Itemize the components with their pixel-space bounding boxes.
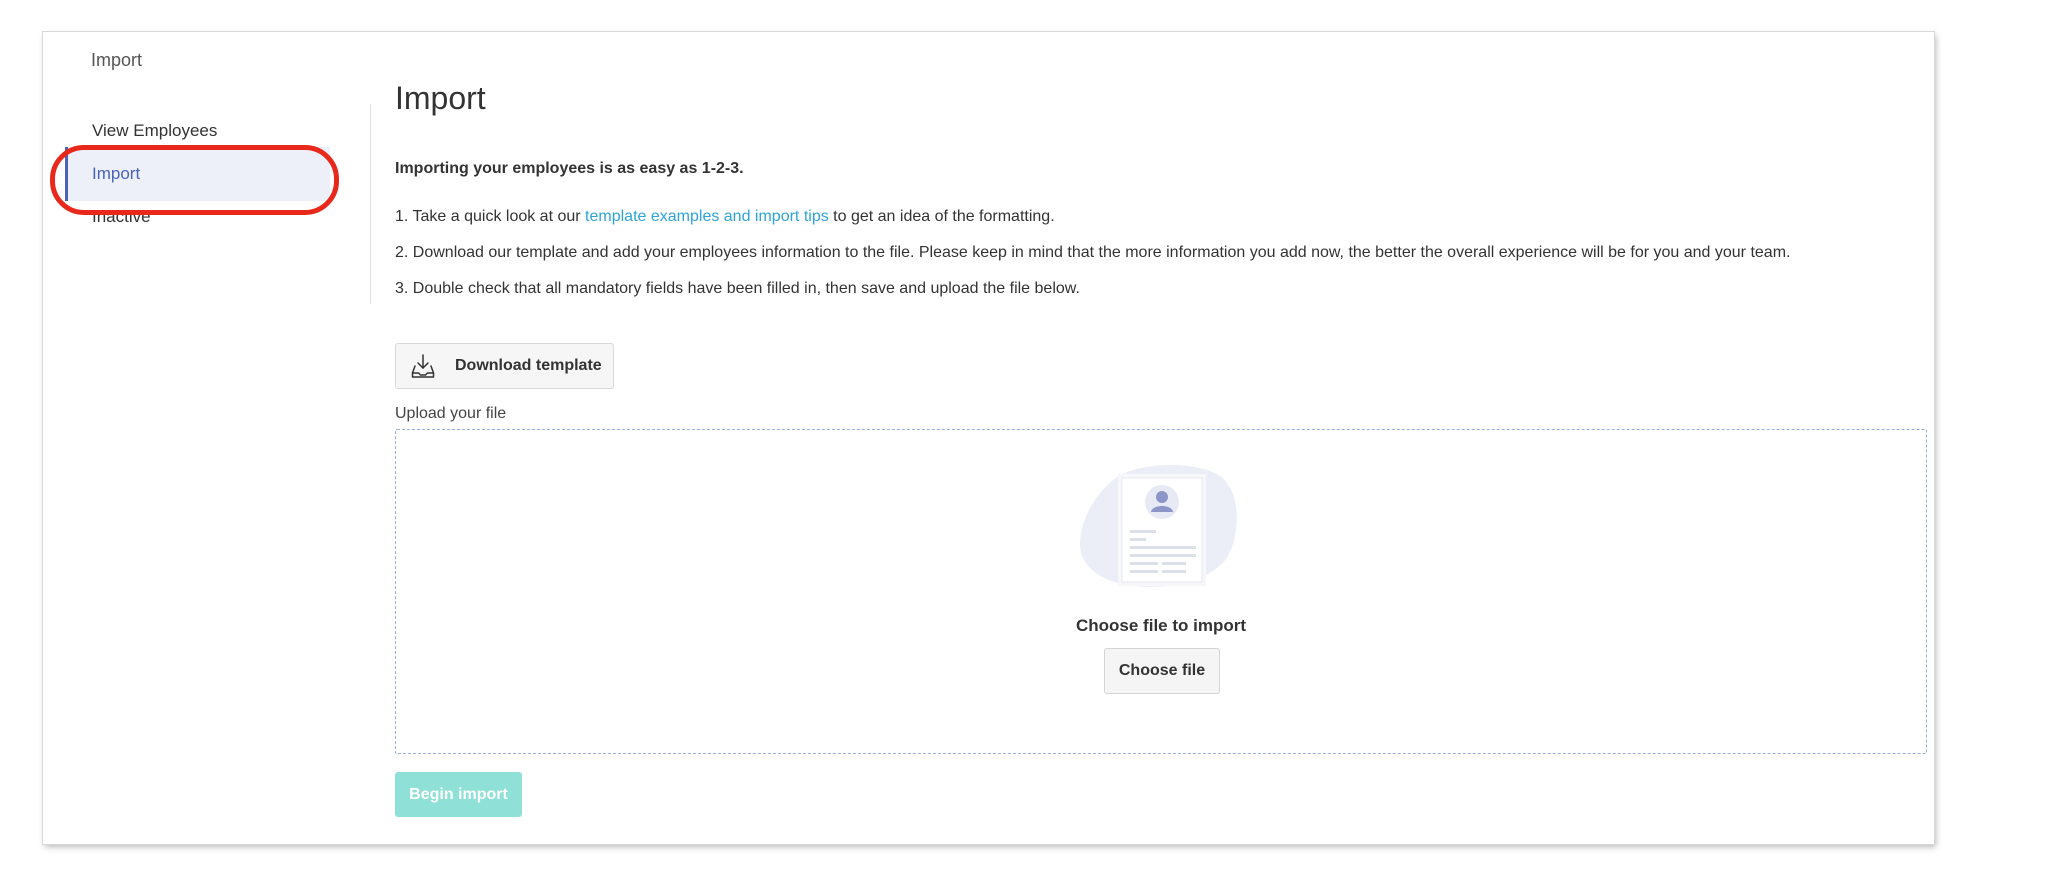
download-tray-icon	[411, 353, 435, 379]
sidebar: View Employees Import Inactive	[65, 104, 371, 304]
download-template-label: Download template	[455, 357, 602, 374]
intro-text: Importing your employees is as easy as 1…	[395, 160, 744, 177]
template-examples-link[interactable]: template examples and import tips	[585, 208, 829, 225]
sidebar-item-inactive[interactable]: Inactive	[65, 190, 330, 244]
sidebar-item-label: View Employees	[92, 121, 218, 140]
step-1-before: 1. Take a quick look at our	[395, 208, 586, 225]
dropzone-title: Choose file to import	[1076, 616, 1246, 635]
main-content: Import Importing your employees is as ea…	[395, 32, 1927, 844]
step-1: 1. Take a quick look at our template exa…	[395, 208, 1055, 226]
step-3: 3. Double check that all mandatory field…	[395, 280, 1080, 297]
step-2: 2. Download our template and add your em…	[395, 244, 1791, 261]
file-dropzone[interactable]: Choose file to import Choose file	[395, 429, 1927, 754]
upload-label: Upload your file	[395, 405, 507, 422]
sidebar-item-label: Import	[92, 164, 141, 183]
download-template-button[interactable]: Download template	[395, 343, 614, 389]
import-window: Import View Employees Import Inactive Im…	[43, 32, 1934, 844]
step-1-after: to get an idea of the formatting.	[828, 208, 1055, 225]
breadcrumb: Import	[91, 50, 143, 70]
page-title: Import	[395, 80, 486, 116]
choose-file-button[interactable]: Choose file	[1104, 648, 1220, 694]
document-profile-illustration	[1080, 464, 1237, 587]
sidebar-item-label: Inactive	[92, 207, 151, 226]
begin-import-button[interactable]: Begin import	[395, 772, 522, 817]
